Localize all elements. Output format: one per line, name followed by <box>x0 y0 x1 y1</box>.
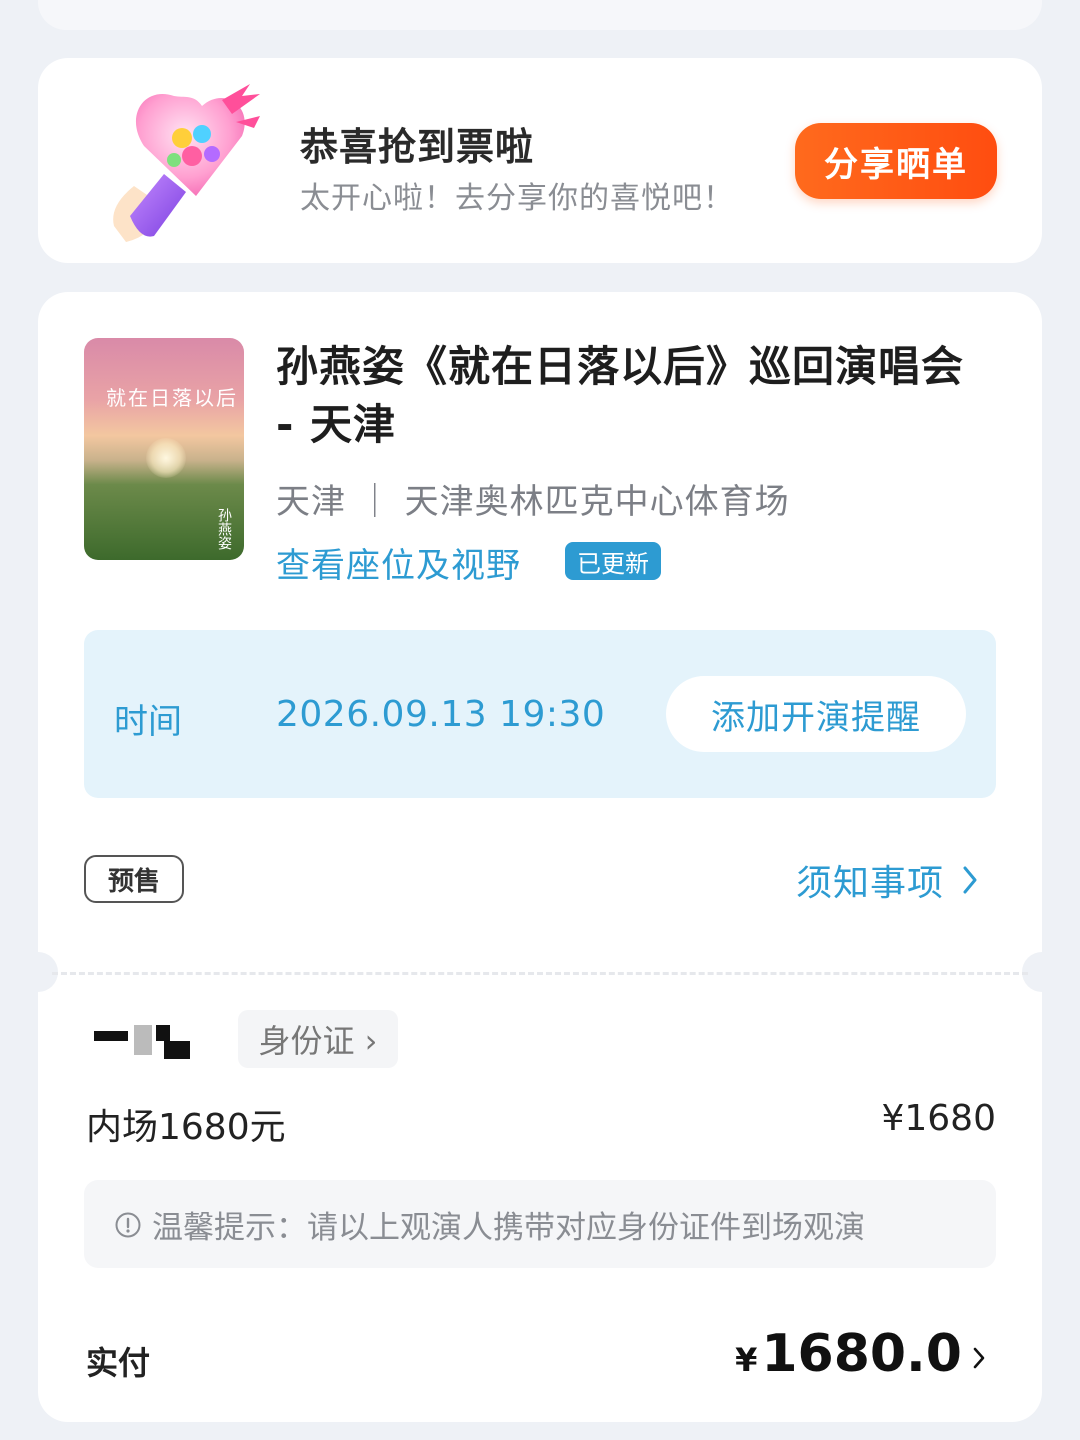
tip-box: 温馨提示：请以上观演人携带对应身份证件到场观演 <box>84 1180 996 1268</box>
congrats-subtitle: 太开心啦！去分享你的喜悦吧！ <box>300 181 734 216</box>
previous-card-edge <box>38 0 1042 30</box>
poster-title: 就在日落以后 <box>106 386 238 410</box>
poster-sun <box>146 438 186 478</box>
share-order-button[interactable]: 分享晒单 <box>795 123 997 199</box>
schedule-box: 时间 2026.09.13 19:30 添加开演提醒 <box>84 630 996 798</box>
info-icon <box>115 1212 141 1237</box>
poster-artist: 孙燕姿 <box>216 508 232 550</box>
seat-view-link[interactable]: 查看座位及视野 <box>276 538 521 587</box>
show-datetime: 2026.09.13 19:30 <box>276 694 606 735</box>
ticket-price: ¥1680 <box>881 1098 996 1139</box>
notice-link[interactable]: 须知事项 <box>796 854 978 906</box>
paid-label: 实付 <box>86 1344 151 1382</box>
order-card: 就在日落以后 孙燕姿 孙燕姿《就在日落以后》巡回演唱会 - 天津 天津 ｜ 天津… <box>18 292 1062 1422</box>
currency-symbol: ¥ <box>735 1341 758 1379</box>
paid-amount[interactable]: ¥ 1680.0 <box>735 1324 986 1384</box>
ticket-divider <box>52 972 1028 975</box>
updated-badge: 已更新 <box>565 542 661 580</box>
event-poster[interactable]: 就在日落以后 孙燕姿 <box>84 338 244 560</box>
id-type-chip[interactable]: 身份证 › <box>238 1010 398 1068</box>
congrats-card: 恭喜抢到票啦 太开心啦！去分享你的喜悦吧！ 分享晒单 <box>38 58 1042 263</box>
ticket-tier: 内场1680元 <box>86 1107 286 1148</box>
time-label: 时间 <box>114 702 182 742</box>
ticket-notch-right <box>1022 952 1062 992</box>
notice-link-label: 须知事项 <box>796 863 945 904</box>
add-reminder-button[interactable]: 添加开演提醒 <box>666 676 966 752</box>
buyer-name-redacted <box>94 1025 190 1061</box>
event-title[interactable]: 孙燕姿《就在日落以后》巡回演唱会 - 天津 <box>276 338 996 454</box>
chevron-right-icon <box>973 1347 985 1369</box>
congrats-title: 恭喜抢到票啦 <box>300 125 535 169</box>
chevron-right-icon <box>963 866 977 894</box>
tip-text-row: 温馨提示：请以上观演人携带对应身份证件到场观演 <box>114 1202 865 1247</box>
presale-tag: 预售 <box>84 855 184 903</box>
paid-amount-value: 1680.0 <box>761 1324 962 1384</box>
event-venue: 天津 ｜ 天津奥林匹克中心体育场 <box>276 482 790 522</box>
tip-text: 温馨提示：请以上观演人携带对应身份证件到场观演 <box>152 1210 865 1246</box>
lightstick-gift-icon <box>113 84 260 242</box>
